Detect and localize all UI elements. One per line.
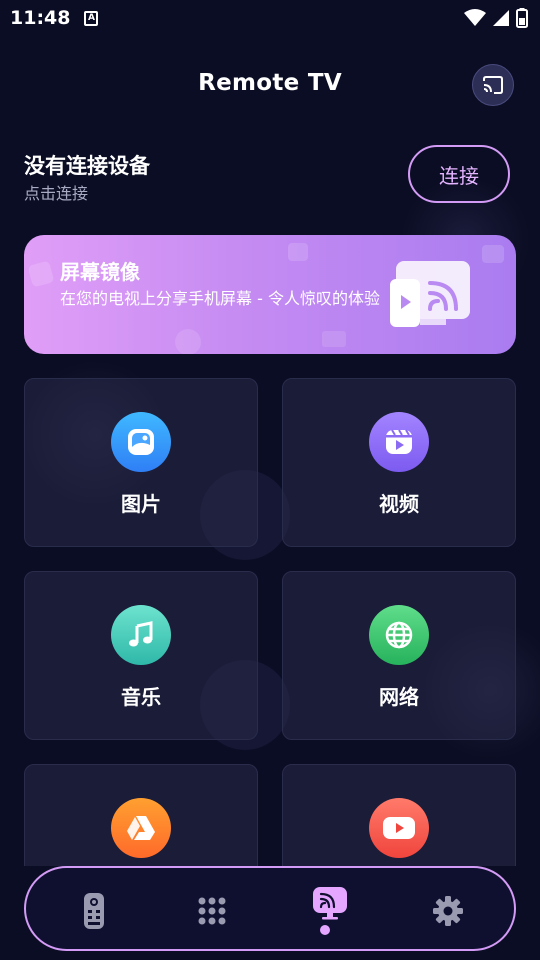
status-time: 11:48 bbox=[10, 7, 71, 29]
app-header: Remote TV bbox=[0, 64, 540, 108]
drive-icon bbox=[111, 798, 171, 858]
card-label: 网络 bbox=[379, 685, 419, 709]
connection-status-title: 没有连接设备 bbox=[24, 154, 150, 178]
remote-icon bbox=[84, 893, 104, 929]
cast-button[interactable] bbox=[472, 64, 514, 106]
card-label: 图片 bbox=[121, 492, 161, 516]
cast-icon bbox=[483, 76, 503, 94]
photo-icon bbox=[111, 412, 171, 472]
keypad-icon bbox=[198, 897, 226, 925]
notification-icon: A bbox=[84, 10, 99, 26]
nav-screen-mirror[interactable] bbox=[305, 878, 355, 928]
nav-keypad[interactable] bbox=[187, 886, 237, 936]
banner-title: 屏幕镜像 bbox=[60, 260, 140, 284]
cell-signal-icon bbox=[493, 10, 509, 26]
app-title: Remote TV bbox=[198, 70, 342, 96]
battery-icon bbox=[516, 8, 528, 28]
screen-mirror-illustration bbox=[390, 261, 470, 327]
card-web[interactable]: 网络 bbox=[282, 571, 516, 740]
youtube-icon bbox=[369, 798, 429, 858]
globe-icon bbox=[369, 605, 429, 665]
card-music[interactable]: 音乐 bbox=[24, 571, 258, 740]
banner-description: 在您的电视上分享手机屏幕 - 令人惊叹的体验 bbox=[60, 289, 380, 308]
music-icon bbox=[111, 605, 171, 665]
screen-mirror-icon bbox=[313, 887, 347, 920]
card-label: 音乐 bbox=[121, 685, 161, 709]
connect-button[interactable]: 连接 bbox=[408, 145, 510, 203]
card-label: 视频 bbox=[379, 492, 419, 516]
settings-icon bbox=[433, 896, 463, 926]
nav-remote[interactable] bbox=[69, 886, 119, 936]
video-icon bbox=[369, 412, 429, 472]
connection-status-subtitle: 点击连接 bbox=[24, 184, 89, 203]
active-indicator-dot bbox=[320, 925, 330, 935]
screen-mirror-banner[interactable]: 屏幕镜像 在您的电视上分享手机屏幕 - 令人惊叹的体验 bbox=[24, 235, 516, 354]
status-bar: 11:48 A bbox=[0, 0, 540, 36]
card-videos[interactable]: 视频 bbox=[282, 378, 516, 547]
bottom-navigation bbox=[24, 866, 516, 951]
nav-settings[interactable] bbox=[423, 886, 473, 936]
card-photos[interactable]: 图片 bbox=[24, 378, 258, 547]
wifi-icon bbox=[464, 9, 486, 26]
